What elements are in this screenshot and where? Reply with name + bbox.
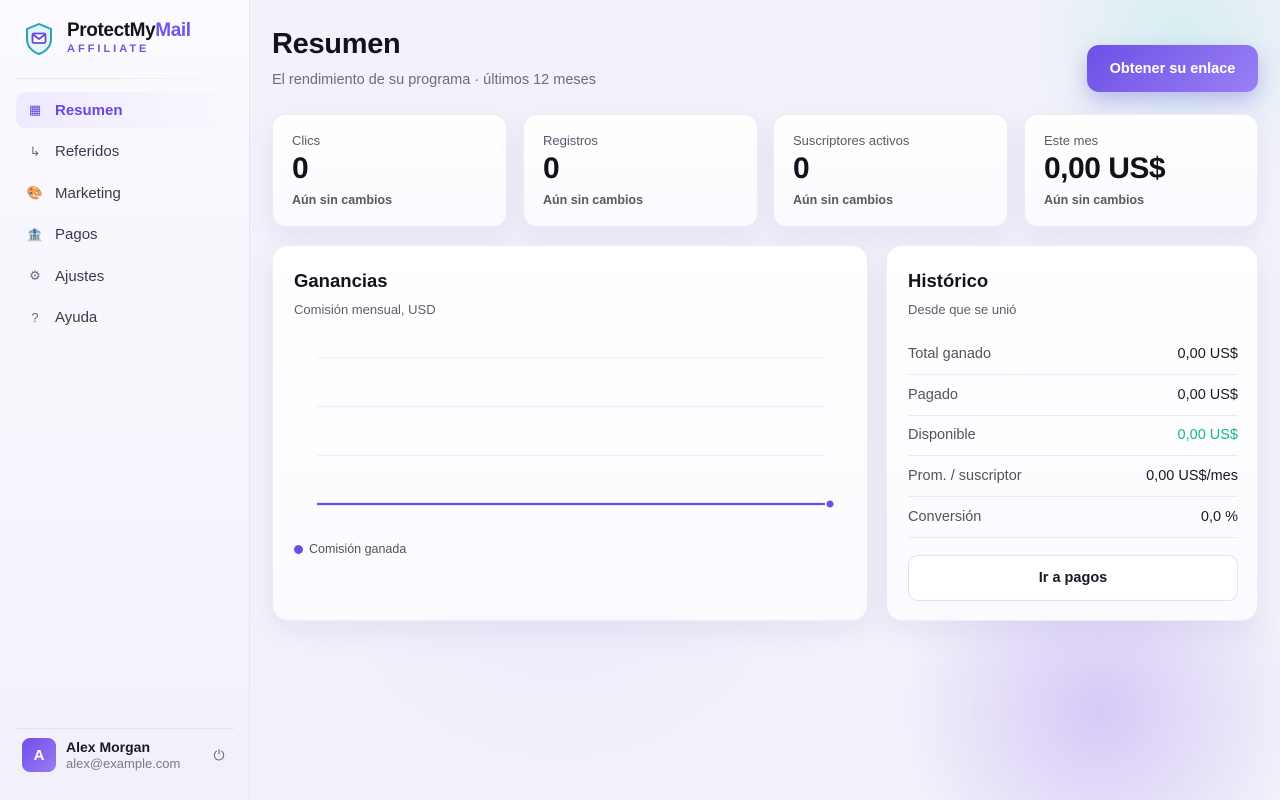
stat-card-clicks: Clics 0 Aún sin cambios	[272, 114, 507, 227]
go-to-payments-button[interactable]: Ir a pagos	[908, 555, 1238, 601]
series-endpoint	[826, 500, 834, 508]
sidebar-item-ajustes[interactable]: ⚙ Ajustes	[16, 258, 234, 294]
logout-power-icon[interactable]: ⏻	[210, 747, 228, 764]
sidebar-item-label: Pagos	[55, 226, 98, 243]
earnings-panel: Ganancias Comisión mensual, USD Comisión…	[272, 245, 868, 621]
brand-logo[interactable]: ProtectMyMail AFFILIATE	[24, 20, 191, 56]
stat-label: Suscriptores activos	[793, 133, 910, 148]
stat-value: 0	[292, 152, 309, 185]
sidebar-footer-divider	[16, 728, 234, 729]
history-row-value: 0,0 %	[1200, 509, 1238, 526]
help-icon: ?	[31, 310, 39, 325]
stat-note: Aún sin cambios	[793, 193, 894, 207]
stat-note: Aún sin cambios	[1044, 193, 1145, 207]
user-name: Alex Morgan	[66, 738, 151, 755]
stat-value: 0,00 US$	[1044, 152, 1166, 185]
user-email: alex@example.com	[66, 755, 181, 771]
sidebar-item-label: Resumen	[55, 101, 123, 119]
sidebar-item-marketing[interactable]: 🎨 Marketing	[16, 175, 234, 211]
history-row-label: Pagado	[908, 386, 958, 403]
sidebar-item-label: Ajustes	[55, 267, 105, 285]
history-row-value: 0,00 US$/mes	[1146, 468, 1238, 485]
stat-value: 0	[793, 152, 810, 185]
sidebar-item-label: Marketing	[55, 184, 121, 202]
palette-icon: 🎨	[26, 185, 44, 200]
legend-label: Comisión ganada	[309, 542, 407, 556]
user-profile[interactable]: A Alex Morgan alex@example.com ⏻	[22, 738, 228, 772]
history-row-label: Prom. / suscriptor	[908, 468, 1022, 485]
sidebar-item-label: Referidos	[55, 143, 120, 160]
page-subtitle: El rendimiento de su programa · últimos …	[272, 72, 596, 88]
sidebar-divider	[16, 78, 234, 79]
dashboard-icon: ▦	[28, 102, 42, 117]
gear-icon: ⚙	[29, 268, 41, 283]
bank-icon: 🏦	[26, 226, 44, 242]
history-row-value: 0,00 US$	[1177, 427, 1238, 444]
history-row: Prom. / suscriptor 0,00 US$/mes	[908, 456, 1238, 498]
brand-subtitle: AFFILIATE	[67, 43, 150, 55]
history-panel: Histórico Desde que se unió Total ganado…	[886, 245, 1258, 621]
sidebar-item-pagos[interactable]: 🏦 Pagos	[16, 217, 234, 253]
history-row-value: 0,00 US$	[1177, 345, 1238, 362]
sidebar-item-resumen[interactable]: ▦ Resumen	[16, 92, 234, 128]
history-row-label: Total ganado	[908, 345, 992, 362]
history-row: Disponible 0,00 US$	[908, 416, 1238, 457]
stat-value: 0	[543, 152, 560, 185]
chart-legend: Comisión ganada	[294, 542, 406, 556]
stat-note: Aún sin cambios	[292, 193, 393, 207]
history-row-label: Conversión	[908, 509, 982, 526]
brand-name: ProtectMyMail	[67, 20, 191, 41]
shield-mail-icon	[26, 23, 52, 55]
sidebar-item-ayuda[interactable]: ? Ayuda	[16, 300, 234, 336]
stat-label: Este mes	[1044, 133, 1099, 148]
stat-note: Aún sin cambios	[543, 193, 644, 207]
sidebar-item-label: Ayuda	[55, 309, 98, 326]
history-row: Pagado 0,00 US$	[908, 375, 1238, 416]
stat-label: Clics	[292, 133, 321, 148]
sidebar: ProtectMyMail AFFILIATE ▦ Resumen ↳ Referid…	[0, 0, 250, 800]
history-list: Total ganado 0,00 US$ Pagado 0,00 US$ Dispon…	[908, 334, 1238, 538]
sidebar-item-referidos[interactable]: ↳ Referidos	[16, 134, 234, 170]
history-row-label: Disponible	[908, 427, 976, 444]
page-title: Resumen	[272, 28, 401, 60]
earnings-line-chart	[317, 357, 834, 508]
stat-card-this-month: Este mes 0,00 US$ Aún sin cambios	[1024, 114, 1258, 227]
stat-card-signups: Registros 0 Aún sin cambios	[523, 114, 758, 227]
history-row: Total ganado 0,00 US$	[908, 334, 1238, 375]
stat-label: Registros	[543, 133, 598, 148]
get-link-button[interactable]: Obtener su enlace	[1087, 45, 1258, 92]
history-row: Conversión 0,0 %	[908, 497, 1238, 538]
stat-card-active-subscribers: Suscriptores activos 0 Aún sin cambios	[773, 114, 1008, 227]
history-title: Histórico	[908, 270, 989, 291]
avatar[interactable]: A	[22, 738, 56, 772]
referral-arrow-icon: ↳	[29, 143, 41, 159]
history-subtitle: Desde que se unió	[908, 302, 1017, 317]
history-row-value: 0,00 US$	[1177, 386, 1238, 403]
legend-marker	[294, 544, 303, 554]
sidebar-nav: ▦ Resumen ↳ Referidos 🎨 Marketing 🏦 Pagos ⚙ Ajust…	[16, 92, 234, 341]
